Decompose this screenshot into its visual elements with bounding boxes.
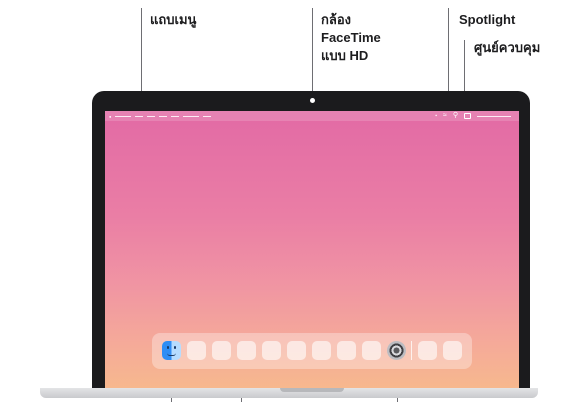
- camera-leader: [312, 8, 313, 95]
- menu-item-3[interactable]: [159, 116, 168, 117]
- apple-menu-icon[interactable]: ●: [109, 113, 111, 120]
- menu-bar-left: ●: [109, 113, 212, 120]
- spotlight-callout: Spotlight: [459, 12, 516, 27]
- menu-item-6[interactable]: [203, 116, 212, 117]
- finder-icon[interactable]: [162, 341, 181, 360]
- dock-app-icon-9[interactable]: [418, 341, 437, 360]
- finder-smile: [167, 353, 176, 356]
- dock-app-icon-4[interactable]: [262, 341, 281, 360]
- control-center-icon[interactable]: [464, 113, 471, 119]
- dock-app-icon-6[interactable]: [312, 341, 331, 360]
- menu-item-2[interactable]: [147, 116, 156, 117]
- menu-item-app[interactable]: [115, 116, 132, 117]
- search-icon[interactable]: ⚲: [453, 112, 458, 120]
- control-center-callout: ศูนย์ควบคุม: [474, 40, 541, 55]
- menu-item-4[interactable]: [171, 116, 180, 117]
- wifi-icon[interactable]: ≈: [443, 112, 447, 120]
- dock-app-icon-1[interactable]: [187, 341, 206, 360]
- camera-callout-line-1: กล้อง: [321, 12, 351, 27]
- battery-icon[interactable]: ▪: [435, 112, 437, 120]
- dock-app-icon-2[interactable]: [212, 341, 231, 360]
- finder-eye-left: [167, 346, 169, 349]
- dock-app-icon-8[interactable]: [362, 341, 381, 360]
- dock-separator: [411, 341, 412, 360]
- dock-app-icon-5[interactable]: [287, 341, 306, 360]
- facetime-camera: [310, 98, 315, 103]
- camera-callout-line-2: FaceTime: [321, 30, 381, 45]
- finder-eye-right: [174, 346, 176, 349]
- menu-bar-right: ▪ ≈ ⚲: [435, 112, 511, 120]
- dock-trash-icon[interactable]: [443, 341, 462, 360]
- menu-item-5[interactable]: [183, 116, 200, 117]
- menu-bar-callout: แถบเมนู: [150, 12, 197, 27]
- dock-app-icon-3[interactable]: [237, 341, 256, 360]
- dock-app-icon-7[interactable]: [337, 341, 356, 360]
- camera-callout-line-3: แบบ HD: [321, 48, 369, 63]
- system-settings-icon[interactable]: [387, 341, 406, 360]
- menu-item-1[interactable]: [135, 116, 144, 117]
- menu-bar-clock[interactable]: [477, 115, 511, 117]
- menu-bar: ● ▪ ≈ ⚲: [105, 111, 519, 121]
- laptop-lid-notch: [280, 388, 344, 392]
